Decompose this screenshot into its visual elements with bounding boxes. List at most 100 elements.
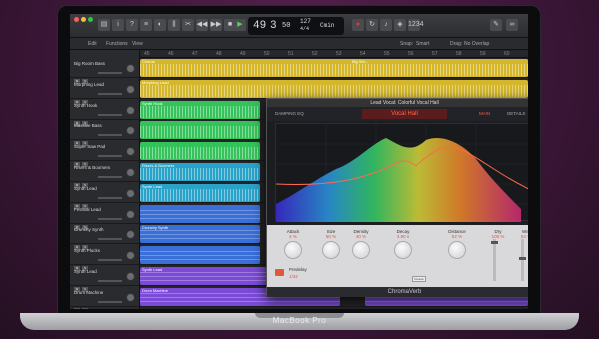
track-header[interactable]: Risers & Boomers M S xyxy=(70,162,140,188)
pan-knob[interactable] xyxy=(126,292,135,302)
region[interactable] xyxy=(140,142,260,161)
volume-fader[interactable] xyxy=(98,217,122,220)
snap-select[interactable]: Smart xyxy=(416,41,429,47)
edit-menu[interactable]: Edit xyxy=(88,41,97,47)
volume-fader[interactable] xyxy=(98,155,122,158)
volume-fader[interactable] xyxy=(98,280,122,282)
volume-fader[interactable] xyxy=(98,72,122,74)
knob-size[interactable] xyxy=(322,241,340,259)
volume-fader[interactable] xyxy=(98,196,122,199)
track-header[interactable]: Super Saw Pad M S xyxy=(70,141,140,168)
lcd-display[interactable]: 49 3 50 127 4/4 Cmin xyxy=(248,17,344,35)
track-lane[interactable]: Chorus Big Wh... xyxy=(140,58,528,78)
help-icon[interactable]: ? xyxy=(126,19,138,31)
zoom-icon[interactable] xyxy=(88,17,93,22)
control-attack[interactable]: Attack 4 % xyxy=(273,229,313,259)
drag-select[interactable]: No Overlap xyxy=(464,41,489,47)
region[interactable]: Synth Lead xyxy=(140,267,268,285)
region[interactable]: Risers & Boomers xyxy=(140,163,260,181)
forward-icon[interactable]: ▶▶ xyxy=(210,19,222,31)
track-header[interactable]: Festival Lead M S xyxy=(70,204,140,230)
volume-fader[interactable] xyxy=(98,92,122,95)
pan-knob[interactable] xyxy=(126,251,135,261)
track-header[interactable]: Synth Hook M S xyxy=(70,100,140,126)
view-menu[interactable]: View xyxy=(132,41,143,47)
region[interactable] xyxy=(140,246,260,265)
slider-thumb[interactable] xyxy=(491,241,498,244)
knob-decay[interactable] xyxy=(394,241,412,259)
count-in-icon[interactable]: 1234 xyxy=(408,19,424,31)
control-wet[interactable]: Wet54 % xyxy=(511,229,528,239)
region[interactable]: Synth Hook xyxy=(140,100,260,119)
track-header[interactable]: Massive Bass M S xyxy=(70,120,140,147)
track-header[interactable]: Crunchy Synth M S xyxy=(70,224,140,251)
smart-controls-icon[interactable]: ◐ xyxy=(154,19,166,31)
tab-details[interactable]: DETAILS xyxy=(507,111,525,116)
predelay-value[interactable]: 1/32 xyxy=(289,274,298,279)
pan-knob[interactable] xyxy=(126,84,135,94)
scissors-icon[interactable]: ✂ xyxy=(182,19,194,31)
track-header[interactable]: Morphing Lead M S xyxy=(70,79,140,105)
wet-slider[interactable] xyxy=(519,239,526,281)
freeze-button[interactable]: Freeze xyxy=(412,276,426,282)
mute-button[interactable]: M xyxy=(74,307,80,309)
preset-selector[interactable]: Vocal Hall xyxy=(362,109,447,119)
editor-icon[interactable]: ✎ xyxy=(490,19,502,31)
region[interactable] xyxy=(140,121,260,140)
slider-thumb[interactable] xyxy=(519,257,526,260)
control-distance[interactable]: Distance 52 % xyxy=(437,229,477,259)
damping-eq-button[interactable]: DAMPING EQ xyxy=(275,111,304,116)
loops-icon[interactable]: ∞ xyxy=(506,19,518,31)
track-header[interactable]: Drum Machine MS xyxy=(70,287,140,309)
pan-knob[interactable] xyxy=(126,230,135,240)
record-icon[interactable]: ● xyxy=(352,19,364,31)
pan-knob[interactable] xyxy=(126,272,135,281)
control-density[interactable]: Density 40 % xyxy=(341,229,381,259)
pan-knob[interactable] xyxy=(126,209,135,219)
dry-slider[interactable] xyxy=(491,239,498,281)
tuner-icon[interactable]: ◈ xyxy=(394,19,406,31)
reverb-spectrum-display[interactable] xyxy=(275,123,528,222)
pan-knob[interactable] xyxy=(126,188,135,198)
mixer-icon[interactable]: ⫼ xyxy=(168,19,180,31)
track-header[interactable]: Synth Plucks M S xyxy=(70,245,140,272)
volume-fader[interactable] xyxy=(98,113,122,116)
metronome-icon[interactable]: ♪ xyxy=(380,19,392,31)
rewind-icon[interactable]: ◀◀ xyxy=(196,19,208,31)
knob-density[interactable] xyxy=(352,241,370,259)
region[interactable] xyxy=(140,204,260,223)
track-lane[interactable]: Morphing Lead xyxy=(140,79,528,99)
knob-distance[interactable] xyxy=(448,241,466,259)
region[interactable]: Synth Lead xyxy=(140,183,260,202)
volume-fader[interactable] xyxy=(98,134,122,137)
volume-fader[interactable] xyxy=(98,238,122,241)
control-dry[interactable]: Dry 100 % xyxy=(483,229,513,239)
cycle-icon[interactable]: ↻ xyxy=(366,19,378,31)
functions-menu[interactable]: Functions xyxy=(106,41,128,47)
track-header[interactable]: Synth Lead M S xyxy=(70,266,140,292)
tab-main[interactable]: MAIN xyxy=(479,111,490,116)
track-header[interactable]: Big Room Bass M S xyxy=(70,58,140,84)
region[interactable]: Big Wh... xyxy=(350,59,528,77)
region[interactable]: Crunchy Synth xyxy=(140,225,260,244)
library-icon[interactable]: ▤ xyxy=(98,19,110,31)
pan-knob[interactable] xyxy=(126,64,135,73)
track-header[interactable]: Synth Lead M S xyxy=(70,183,140,209)
volume-fader[interactable] xyxy=(98,259,122,262)
close-icon[interactable] xyxy=(74,17,79,22)
control-decay[interactable]: Decay 3.90 s xyxy=(383,229,423,259)
volume-fader[interactable] xyxy=(98,300,122,303)
ruler[interactable]: 45 46 47 48 49 50 51 52 53 54 55 56 57 58 59 60 xyxy=(140,50,528,58)
solo-button[interactable]: S xyxy=(82,307,88,309)
pan-knob[interactable] xyxy=(126,105,135,115)
pan-knob[interactable] xyxy=(126,147,135,157)
pan-knob[interactable] xyxy=(126,126,135,136)
inspector-icon[interactable]: i xyxy=(112,19,124,31)
minimize-icon[interactable] xyxy=(81,17,86,22)
toolbar-icon[interactable]: ≡ xyxy=(140,19,152,31)
play-icon[interactable]: ▶ xyxy=(234,19,246,31)
volume-fader[interactable] xyxy=(98,176,122,178)
region[interactable]: Morphing Lead xyxy=(140,79,528,98)
knob-attack[interactable] xyxy=(284,241,302,259)
pan-knob[interactable] xyxy=(126,168,135,177)
